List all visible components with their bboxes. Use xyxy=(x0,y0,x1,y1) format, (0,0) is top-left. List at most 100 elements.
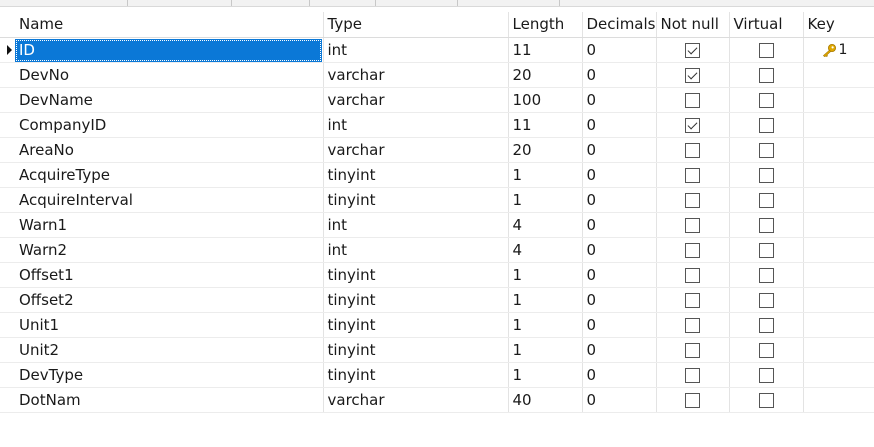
not-null-cell[interactable] xyxy=(656,262,730,288)
row-indicator-cell[interactable] xyxy=(0,262,15,288)
name-cell[interactable]: CompanyID xyxy=(15,112,324,138)
key-cell[interactable] xyxy=(803,262,874,288)
not-null-checkbox[interactable] xyxy=(685,167,700,183)
row-indicator-cell[interactable] xyxy=(0,337,15,363)
type-cell[interactable]: tinyint xyxy=(323,262,509,288)
name-cell[interactable]: DevNo xyxy=(15,62,324,88)
key-cell[interactable] xyxy=(803,187,874,213)
type-cell[interactable]: varchar xyxy=(323,387,509,413)
not-null-cell[interactable] xyxy=(656,337,730,363)
key-cell[interactable] xyxy=(803,87,874,113)
field-name[interactable]: Unit2 xyxy=(15,341,59,359)
key-cell[interactable] xyxy=(803,237,874,263)
virtual-checkbox[interactable] xyxy=(758,217,774,233)
virtual-cell[interactable] xyxy=(729,187,804,213)
row-indicator-cell[interactable] xyxy=(0,212,15,238)
name-cell[interactable]: Offset2 xyxy=(15,287,324,313)
column-header-type[interactable]: Type xyxy=(323,12,509,38)
length-cell[interactable]: 1 xyxy=(508,187,583,213)
type-cell[interactable]: tinyint xyxy=(323,337,509,363)
row-indicator-cell[interactable] xyxy=(0,162,15,188)
table-row[interactable]: AreaNo varchar 20 0 xyxy=(0,137,874,163)
decimals-cell[interactable]: 0 xyxy=(582,237,657,263)
column-header-virtual[interactable]: Virtual xyxy=(729,12,804,38)
type-cell[interactable]: varchar xyxy=(323,87,509,113)
virtual-checkbox[interactable] xyxy=(758,367,774,383)
not-null-cell[interactable] xyxy=(656,312,730,338)
virtual-cell[interactable] xyxy=(729,387,804,413)
column-header-not-null[interactable]: Not null xyxy=(656,12,730,38)
decimals-cell[interactable]: 0 xyxy=(582,112,657,138)
not-null-cell[interactable] xyxy=(656,362,730,388)
row-indicator-cell[interactable] xyxy=(0,312,15,338)
field-name[interactable]: AcquireType xyxy=(15,166,110,184)
field-name[interactable]: DevNo xyxy=(15,66,69,84)
table-row[interactable]: AcquireType tinyint 1 0 xyxy=(0,162,874,188)
decimals-cell[interactable]: 0 xyxy=(582,37,657,63)
virtual-cell[interactable] xyxy=(729,112,804,138)
field-name[interactable]: Offset2 xyxy=(15,291,74,309)
not-null-checkbox[interactable] xyxy=(685,217,700,233)
key-cell[interactable] xyxy=(803,212,874,238)
tab-indexes[interactable] xyxy=(128,0,232,6)
virtual-checkbox[interactable] xyxy=(758,142,774,158)
row-indicator-cell[interactable] xyxy=(0,87,15,113)
not-null-checkbox[interactable] xyxy=(685,192,700,208)
column-header-name[interactable]: Name xyxy=(15,12,324,38)
field-name[interactable]: ID xyxy=(15,38,322,61)
virtual-checkbox[interactable] xyxy=(758,267,774,283)
name-cell[interactable]: DevType xyxy=(15,362,324,388)
virtual-cell[interactable] xyxy=(729,37,804,63)
virtual-checkbox[interactable] xyxy=(758,342,774,358)
not-null-checkbox[interactable] xyxy=(685,317,700,333)
key-cell[interactable] xyxy=(803,387,874,413)
virtual-checkbox[interactable] xyxy=(758,192,774,208)
decimals-cell[interactable]: 0 xyxy=(582,62,657,88)
name-cell[interactable]: DevName xyxy=(15,87,324,113)
type-cell[interactable]: varchar xyxy=(323,137,509,163)
table-row[interactable]: Offset1 tinyint 1 0 xyxy=(0,262,874,288)
table-row[interactable]: DevName varchar 100 0 xyxy=(0,87,874,113)
key-cell[interactable] xyxy=(803,137,874,163)
decimals-cell[interactable]: 0 xyxy=(582,187,657,213)
not-null-checkbox[interactable] xyxy=(685,367,700,383)
virtual-checkbox[interactable] xyxy=(758,67,774,83)
not-null-checkbox[interactable] xyxy=(685,242,700,258)
row-indicator-cell[interactable] xyxy=(0,237,15,263)
row-indicator-cell[interactable] xyxy=(0,287,15,313)
type-cell[interactable]: tinyint xyxy=(323,362,509,388)
column-header-decimals[interactable]: Decimals xyxy=(582,12,657,38)
decimals-cell[interactable]: 0 xyxy=(582,287,657,313)
tab-foreign-keys[interactable] xyxy=(232,0,310,6)
type-cell[interactable]: int xyxy=(323,237,509,263)
not-null-checkbox[interactable] xyxy=(685,342,700,358)
decimals-cell[interactable]: 0 xyxy=(582,337,657,363)
not-null-cell[interactable] xyxy=(656,112,730,138)
row-indicator-cell[interactable] xyxy=(0,62,15,88)
length-cell[interactable]: 1 xyxy=(508,287,583,313)
not-null-checkbox[interactable] xyxy=(685,392,700,408)
length-cell[interactable]: 100 xyxy=(508,87,583,113)
virtual-checkbox[interactable] xyxy=(758,42,774,58)
key-cell[interactable] xyxy=(803,62,874,88)
type-cell[interactable]: int xyxy=(323,37,509,63)
length-cell[interactable]: 4 xyxy=(508,237,583,263)
column-header-key[interactable]: Key xyxy=(803,12,874,38)
table-row[interactable]: Warn2 int 4 0 xyxy=(0,237,874,263)
field-name[interactable]: AreaNo xyxy=(15,141,74,159)
not-null-checkbox[interactable] xyxy=(685,92,700,108)
row-indicator-cell[interactable] xyxy=(0,112,15,138)
row-indicator-cell[interactable] xyxy=(0,37,15,63)
virtual-cell[interactable] xyxy=(729,162,804,188)
virtual-checkbox[interactable] xyxy=(758,167,774,183)
name-cell[interactable]: Offset1 xyxy=(15,262,324,288)
length-cell[interactable]: 20 xyxy=(508,62,583,88)
virtual-cell[interactable] xyxy=(729,212,804,238)
field-name[interactable]: DevType xyxy=(15,366,83,384)
not-null-checkbox[interactable] xyxy=(685,142,700,158)
name-cell[interactable]: Warn2 xyxy=(15,237,324,263)
length-cell[interactable]: 11 xyxy=(508,112,583,138)
key-cell[interactable] xyxy=(803,362,874,388)
virtual-cell[interactable] xyxy=(729,137,804,163)
virtual-cell[interactable] xyxy=(729,87,804,113)
